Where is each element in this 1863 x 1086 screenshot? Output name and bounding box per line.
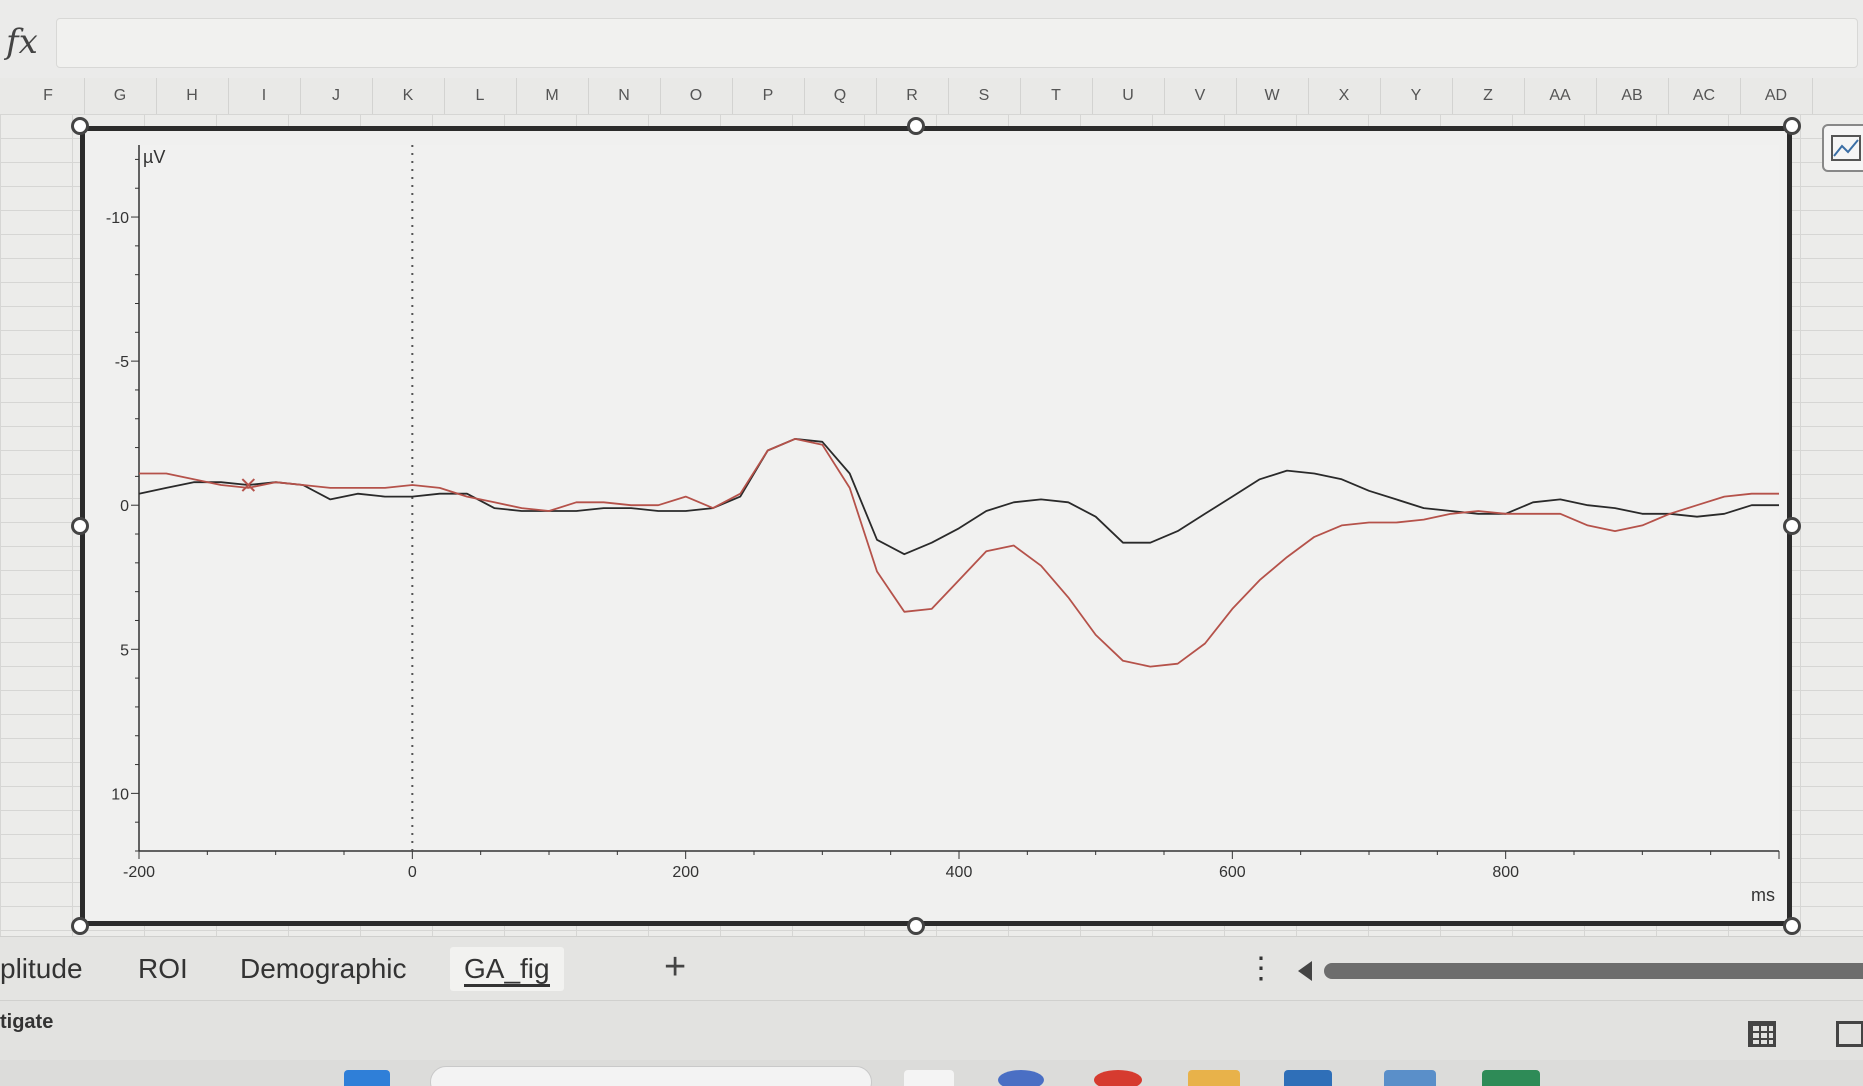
fx-icon[interactable]: fx xyxy=(6,22,38,62)
y-tick-label: -10 xyxy=(106,210,129,227)
tab-amplitude[interactable]: plitude xyxy=(0,947,97,991)
triangle-left-icon[interactable] xyxy=(1298,961,1312,981)
tab-label: GA_fig xyxy=(464,953,550,987)
x-tick-label: 600 xyxy=(1219,864,1246,881)
resize-handle-bottom-left[interactable] xyxy=(71,917,89,935)
resize-handle-top-right[interactable] xyxy=(1783,117,1801,135)
column-header[interactable]: AD xyxy=(1740,78,1813,114)
column-header[interactable]: Q xyxy=(804,78,877,114)
column-header[interactable]: U xyxy=(1092,78,1165,114)
resize-handle-left[interactable] xyxy=(71,517,89,535)
y-tick-label: 0 xyxy=(120,498,129,515)
tab-roi[interactable]: ROI xyxy=(124,947,202,991)
x-axis-label: ms xyxy=(1751,885,1775,905)
erp-line-chart: -10 -5 0 5 10 -200 0 200 400 600 800 µV ms xyxy=(106,145,1780,905)
column-header[interactable]: N xyxy=(588,78,661,114)
grid-view-icon[interactable] xyxy=(1748,1021,1776,1047)
column-header[interactable]: L xyxy=(444,78,517,114)
taskbar-app-icon[interactable] xyxy=(1384,1070,1436,1086)
formula-bar: fx xyxy=(0,0,1863,79)
y-tick-label: -5 xyxy=(115,354,129,371)
status-text: tigate xyxy=(0,1011,54,1033)
y-tick-label: 10 xyxy=(111,786,129,803)
plus-icon[interactable]: + xyxy=(664,945,686,989)
formula-input[interactable] xyxy=(56,18,1858,68)
column-header[interactable]: AC xyxy=(1668,78,1741,114)
column-header[interactable]: Y xyxy=(1380,78,1453,114)
column-header[interactable]: F xyxy=(12,78,85,114)
resize-handle-top-left[interactable] xyxy=(71,117,89,135)
chart-object[interactable]: -10 -5 0 5 10 -200 0 200 400 600 800 µV ms xyxy=(80,126,1792,926)
column-header[interactable]: AA xyxy=(1524,78,1597,114)
column-header[interactable]: J xyxy=(300,78,373,114)
column-header[interactable]: H xyxy=(156,78,229,114)
y-axis-label: µV xyxy=(143,147,165,167)
column-header[interactable]: K xyxy=(372,78,445,114)
column-header[interactable]: I xyxy=(228,78,301,114)
x-tick-label: 200 xyxy=(672,864,699,881)
x-tick-label: 0 xyxy=(408,864,417,881)
spreadsheet-app: fx F G H I J K L M N O P Q R S T U V W X Y Z AA AB AC AD -10 -5 0 5… xyxy=(0,0,1863,1086)
chart-icon[interactable] xyxy=(1822,124,1863,172)
column-header[interactable]: Z xyxy=(1452,78,1525,114)
x-tick-label: 400 xyxy=(946,864,973,881)
column-header[interactable]: P xyxy=(732,78,805,114)
column-header[interactable]: M xyxy=(516,78,589,114)
column-header[interactable]: T xyxy=(1020,78,1093,114)
column-header[interactable]: G xyxy=(84,78,157,114)
resize-handle-bottom[interactable] xyxy=(907,917,925,935)
resize-handle-top[interactable] xyxy=(907,117,925,135)
folder-icon[interactable] xyxy=(1188,1070,1240,1086)
plot-area xyxy=(139,145,1779,851)
tab-ga-fig[interactable]: GA_fig xyxy=(450,947,564,991)
taskbar-app-icon[interactable] xyxy=(1094,1070,1142,1086)
tab-demographic[interactable]: Demographic xyxy=(226,947,421,991)
x-tick-label: -200 xyxy=(123,864,155,881)
column-headers: F G H I J K L M N O P Q R S T U V W X Y Z AA AB AC AD xyxy=(0,78,1863,115)
status-bar: tigate xyxy=(0,1000,1863,1061)
windows-start-icon[interactable] xyxy=(344,1070,390,1086)
sheet-tab-bar: plitude ROI Demographic GA_fig + ⋮ xyxy=(0,936,1863,1001)
x-tick-label: 800 xyxy=(1492,864,1519,881)
taskbar-search-box[interactable] xyxy=(430,1066,872,1086)
tab-label: ROI xyxy=(138,953,188,984)
column-header[interactable]: X xyxy=(1308,78,1381,114)
page-layout-icon[interactable] xyxy=(1836,1021,1863,1047)
column-header[interactable]: R xyxy=(876,78,949,114)
taskbar-app-icon[interactable] xyxy=(1284,1070,1332,1086)
taskbar-app-icon[interactable] xyxy=(904,1070,954,1086)
column-header[interactable]: O xyxy=(660,78,733,114)
column-header[interactable]: AB xyxy=(1596,78,1669,114)
more-vertical-icon[interactable]: ⋮ xyxy=(1246,951,1276,986)
resize-handle-bottom-right[interactable] xyxy=(1783,917,1801,935)
column-header[interactable]: W xyxy=(1236,78,1309,114)
tab-label: plitude xyxy=(0,953,83,984)
excel-icon[interactable] xyxy=(1482,1070,1540,1086)
os-taskbar xyxy=(0,1060,1863,1086)
column-header[interactable]: S xyxy=(948,78,1021,114)
tab-label: Demographic xyxy=(240,953,407,984)
horizontal-scrollbar[interactable] xyxy=(1324,963,1863,979)
y-tick-label: 5 xyxy=(120,642,129,659)
resize-handle-right[interactable] xyxy=(1783,517,1801,535)
column-header[interactable]: V xyxy=(1164,78,1237,114)
taskbar-app-icon[interactable] xyxy=(998,1070,1044,1086)
chart-glyph xyxy=(1831,135,1861,161)
